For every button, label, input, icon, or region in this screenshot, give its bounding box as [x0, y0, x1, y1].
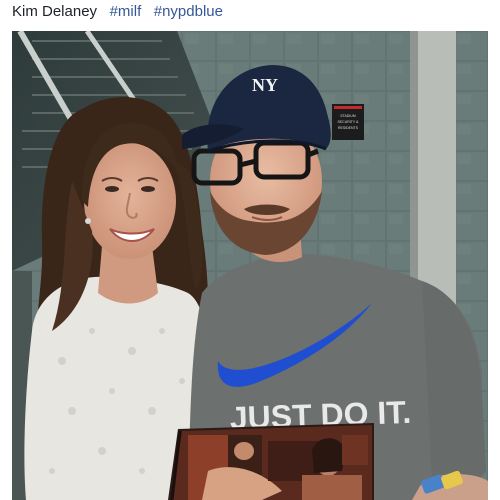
post-photo[interactable]: STADIUM SECURITY & RESIDENTS JUST DO IT.… [12, 31, 488, 500]
caption-space [101, 3, 105, 20]
caption-space [145, 3, 149, 20]
photo-illustration: STADIUM SECURITY & RESIDENTS JUST DO IT.… [12, 31, 488, 500]
social-post: Kim Delaney #milf #nypdblue STADIUM SECU… [0, 0, 500, 500]
yankees-logo-icon: NY [252, 75, 278, 95]
sign-text-line: RESIDENTS [338, 126, 359, 130]
sign-text-line: SECURITY & [338, 120, 360, 124]
post-caption: Kim Delaney #milf #nypdblue [12, 3, 223, 21]
wall-sign: STADIUM SECURITY & RESIDENTS [332, 104, 364, 140]
author-name[interactable]: Kim Delaney [12, 3, 97, 20]
hashtag-nypdblue[interactable]: #nypdblue [154, 3, 223, 20]
hashtag-milf[interactable]: #milf [110, 3, 142, 20]
sign-text-line: STADIUM [340, 114, 356, 118]
held-photo-book [168, 423, 374, 500]
